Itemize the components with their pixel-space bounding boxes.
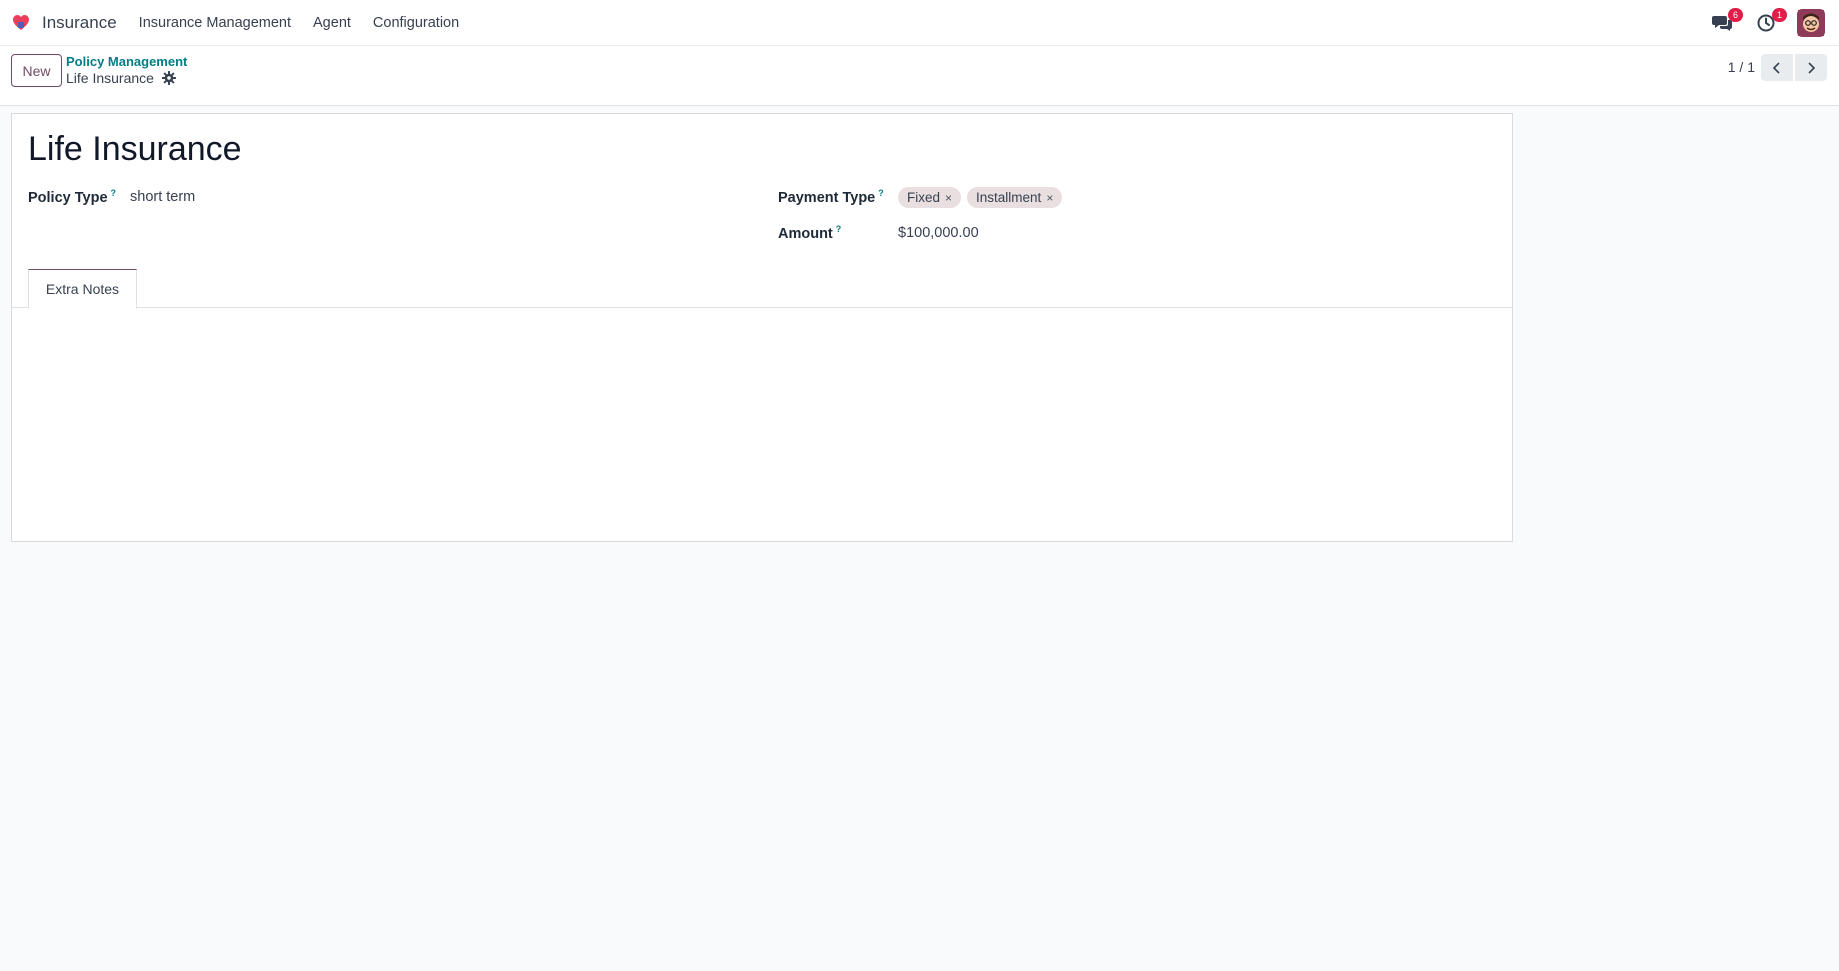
tag-remove-icon[interactable]: ×	[1046, 191, 1053, 205]
tag-installment: Installment ×	[967, 187, 1063, 208]
policy-type-help[interactable]: ?	[111, 188, 117, 198]
breadcrumb-parent[interactable]: Policy Management	[66, 54, 187, 69]
app-brand[interactable]: Insurance	[42, 13, 117, 33]
menu-insurance-management[interactable]: Insurance Management	[139, 15, 291, 31]
notebook-tabs: Extra Notes	[12, 269, 1512, 309]
messages-badge: 6	[1728, 7, 1743, 22]
activities-badge: 1	[1772, 7, 1787, 22]
app-icon[interactable]	[10, 12, 32, 34]
amount-label: Amount?	[778, 224, 842, 242]
menu-configuration[interactable]: Configuration	[373, 15, 459, 31]
menu-agent[interactable]: Agent	[313, 15, 351, 31]
breadcrumb: Life Insurance	[66, 70, 176, 86]
pager-value[interactable]: 1 / 1	[1728, 59, 1755, 75]
amount-help[interactable]: ?	[836, 224, 842, 234]
record-title[interactable]: Life Insurance	[28, 130, 242, 169]
pager-previous-button[interactable]	[1761, 54, 1793, 81]
tag-fixed: Fixed ×	[898, 187, 962, 208]
activities-button[interactable]: 1	[1753, 7, 1787, 36]
user-avatar[interactable]	[1797, 8, 1825, 37]
top-navbar: Insurance Insurance Management Agent Con…	[0, 0, 1839, 46]
tag-remove-icon[interactable]: ×	[945, 191, 952, 205]
policy-type-label: Policy Type?	[28, 188, 117, 206]
tab-content-extra-notes[interactable]	[12, 309, 1512, 541]
gear-icon[interactable]	[161, 71, 176, 85]
form-sheet: Life Insurance Policy Type? short term P…	[11, 113, 1513, 542]
messages-button[interactable]: 6	[1709, 7, 1743, 36]
chevron-left-icon	[1772, 61, 1780, 74]
tab-extra-notes[interactable]: Extra Notes	[28, 269, 137, 309]
control-panel: New Policy Management Life Insurance 1 /…	[0, 46, 1839, 106]
payment-type-help[interactable]: ?	[878, 188, 884, 198]
breadcrumb-current: Life Insurance	[66, 70, 154, 86]
payment-type-label: Payment Type?	[778, 188, 884, 206]
pager-next-button[interactable]	[1795, 54, 1827, 81]
new-button[interactable]: New	[11, 54, 62, 87]
chevron-right-icon	[1808, 61, 1816, 74]
payment-type-field[interactable]: Fixed × Installment ×	[898, 187, 1063, 208]
pager-buttons	[1761, 54, 1827, 81]
policy-type-field[interactable]: short term	[130, 189, 195, 205]
amount-field[interactable]: $100,000.00	[898, 225, 979, 241]
